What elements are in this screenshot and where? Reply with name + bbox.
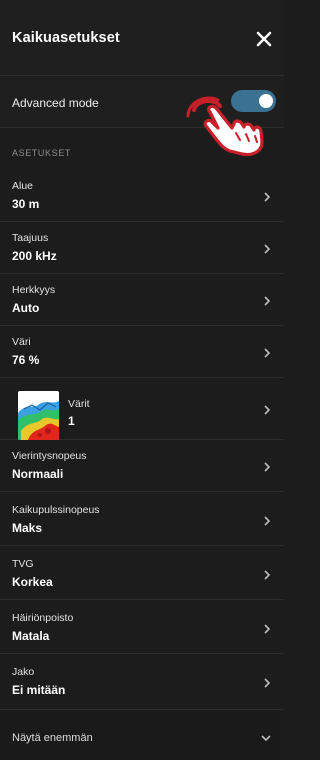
setting-row-alue[interactable]: Alue 30 m — [0, 170, 284, 222]
setting-label: Taajuus — [12, 232, 49, 244]
show-more-button[interactable]: Näytä enemmän — [0, 712, 284, 760]
setting-value: Auto — [12, 301, 40, 315]
chevron-right-icon — [264, 192, 271, 202]
setting-label: Väri — [12, 336, 31, 348]
setting-value: Ei mitään — [12, 683, 66, 697]
echo-palette-thumbnail-icon — [18, 391, 59, 440]
setting-row-taajuus[interactable]: Taajuus 200 kHz — [0, 222, 284, 274]
page-title: Kaikuasetukset — [12, 30, 120, 46]
setting-value: 76 % — [12, 353, 40, 367]
setting-label: Kaikupulssinopeus — [12, 504, 100, 516]
chevron-right-icon — [264, 678, 271, 688]
setting-row-hairionpoisto[interactable]: Häiriönpoisto Matala — [0, 602, 284, 654]
chevron-right-icon — [264, 516, 271, 526]
setting-label: Värit — [68, 398, 90, 410]
setting-label: Alue — [12, 180, 34, 192]
setting-value: Maks — [12, 521, 43, 535]
header-bar: Kaikuasetukset — [0, 0, 284, 76]
show-more-label: Näytä enemmän — [12, 732, 93, 744]
advanced-mode-label: Advanced mode — [12, 96, 99, 110]
setting-value: 200 kHz — [12, 249, 57, 263]
setting-row-kaikupulssinopeus[interactable]: Kaikupulssinopeus Maks — [0, 494, 284, 546]
setting-value: 30 m — [12, 197, 40, 211]
setting-value: Korkea — [12, 575, 53, 589]
setting-label: TVG — [12, 558, 34, 570]
advanced-mode-toggle[interactable] — [231, 90, 276, 112]
setting-label: Häiriönpoisto — [12, 612, 74, 624]
setting-label: Jako — [12, 666, 35, 678]
chevron-right-icon — [264, 462, 271, 472]
toggle-knob — [259, 94, 273, 108]
chevron-right-icon — [264, 244, 271, 254]
chevron-down-icon — [261, 735, 271, 742]
setting-row-herkkyys[interactable]: Herkkyys Auto — [0, 274, 284, 326]
chevron-right-icon — [264, 624, 271, 634]
setting-label: Vierintysnopeus — [12, 450, 87, 462]
section-header: ASETUKSET — [12, 148, 71, 158]
setting-label: Herkkyys — [12, 284, 56, 296]
setting-value: 1 — [68, 414, 75, 428]
chevron-right-icon — [264, 296, 271, 306]
setting-row-jako[interactable]: Jako Ei mitään — [0, 656, 284, 710]
chevron-right-icon — [264, 570, 271, 580]
setting-row-vari[interactable]: Väri 76 % — [0, 326, 284, 378]
setting-value: Normaali — [12, 467, 64, 481]
setting-value: Matala — [12, 629, 50, 643]
setting-row-vierintysnopeus[interactable]: Vierintysnopeus Normaali — [0, 440, 284, 492]
close-icon[interactable] — [255, 30, 273, 48]
setting-row-tvg[interactable]: TVG Korkea — [0, 548, 284, 600]
chevron-right-icon — [264, 348, 271, 358]
chevron-right-icon — [264, 405, 271, 415]
